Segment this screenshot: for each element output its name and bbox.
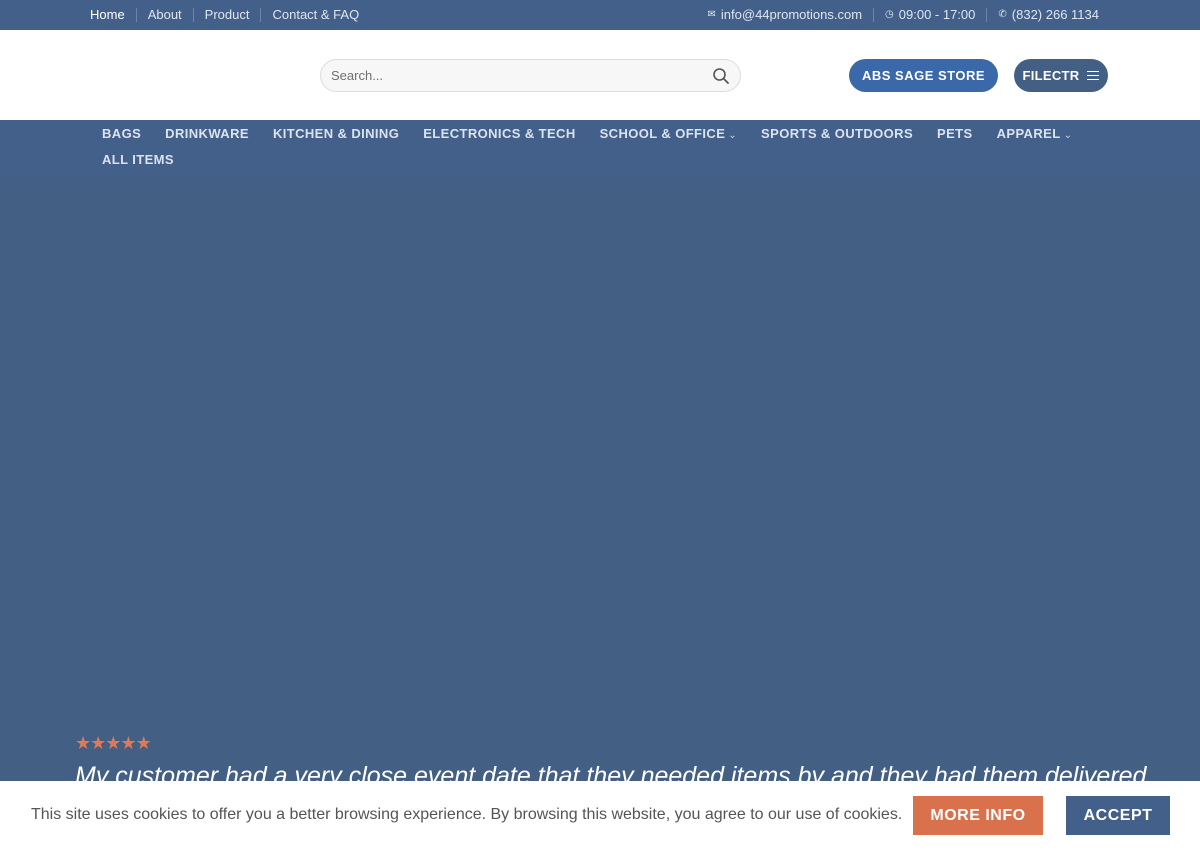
contact-info: ✉ info@44promotions.com ◷ 09:00 - 17:00 … <box>697 0 1110 30</box>
search-box <box>320 59 741 92</box>
main-nav: BAGS DRINKWARE KITCHEN & DINING ELECTRON… <box>0 120 1200 177</box>
star-rating: ★ ★ ★ ★ ★ <box>75 733 152 753</box>
chevron-down-icon: ⌄ <box>1063 130 1073 141</box>
nav-item-all-items[interactable]: ALL ITEMS <box>102 153 174 167</box>
abs-sage-store-label: ABS SAGE STORE <box>861 68 986 83</box>
chevron-down-icon: ⌄ <box>728 130 738 141</box>
top-link-contact-faq[interactable]: Contact & FAQ <box>260 8 370 22</box>
star-icon: ★ <box>75 733 91 753</box>
star-icon: ★ <box>90 733 106 753</box>
header: ABS SAGE STORE FILECTR <box>0 30 1200 120</box>
top-nav: Home About Product Contact & FAQ <box>90 0 370 30</box>
envelope-icon: ✉ <box>707 9 716 20</box>
nav-item-kitchen-dining[interactable]: KITCHEN & DINING <box>273 127 399 143</box>
more-info-button[interactable]: MORE INFO <box>913 796 1043 835</box>
main-nav-row: BAGS DRINKWARE KITCHEN & DINING ELECTRON… <box>102 127 1096 143</box>
accept-label: ACCEPT <box>1083 806 1153 824</box>
email-link[interactable]: ✉ info@44promotions.com <box>697 8 874 22</box>
filectr-label: FILECTR <box>1022 68 1080 83</box>
hours-text: 09:00 - 17:00 <box>898 7 976 22</box>
top-link-about[interactable]: About <box>135 8 193 22</box>
top-link-product[interactable]: Product <box>192 8 261 22</box>
cookie-message: This site uses cookies to offer you a be… <box>31 806 903 823</box>
hero-banner: ★ ★ ★ ★ ★ My customer had a very close e… <box>0 177 1200 850</box>
top-link-home[interactable]: Home <box>90 8 136 22</box>
accept-button[interactable]: ACCEPT <box>1066 796 1170 835</box>
search-input[interactable] <box>331 60 711 91</box>
nav-item-apparel[interactable]: APPAREL ⌄ <box>997 127 1073 143</box>
phone-text: (832) 266 1134 <box>1011 7 1099 22</box>
phone-icon: ✆ <box>998 9 1007 20</box>
main-nav-row-2: ALL ITEMS <box>102 153 198 167</box>
hamburger-icon <box>1087 70 1100 81</box>
top-bar: Home About Product Contact & FAQ ✉ info@… <box>0 0 1200 30</box>
search-icon[interactable] <box>712 67 730 85</box>
star-icon: ★ <box>105 733 121 753</box>
clock-icon: ◷ <box>885 9 894 20</box>
abs-sage-store-button[interactable]: ABS SAGE STORE <box>849 59 998 92</box>
star-icon: ★ <box>135 733 152 753</box>
email-text: info@44promotions.com <box>720 7 863 22</box>
more-info-label: MORE INFO <box>930 806 1026 824</box>
hours-info: ◷ 09:00 - 17:00 <box>873 8 986 22</box>
nav-item-school-office[interactable]: SCHOOL & OFFICE ⌄ <box>600 127 737 143</box>
nav-item-school-office-label: SCHOOL & OFFICE <box>599 126 726 141</box>
star-icon: ★ <box>120 733 136 753</box>
nav-item-apparel-label: APPAREL <box>996 126 1061 141</box>
cookie-banner: This site uses cookies to offer you a be… <box>0 781 1200 850</box>
phone-link[interactable]: ✆ (832) 266 1134 <box>986 8 1110 22</box>
filectr-button[interactable]: FILECTR <box>1014 59 1108 92</box>
nav-item-sports-outdoors[interactable]: SPORTS & OUTDOORS <box>761 127 913 143</box>
nav-item-electronics-tech[interactable]: ELECTRONICS & TECH <box>423 127 575 143</box>
nav-item-drinkware[interactable]: DRINKWARE <box>165 127 249 143</box>
nav-item-pets[interactable]: PETS <box>937 127 973 143</box>
nav-item-bags[interactable]: BAGS <box>102 127 141 143</box>
